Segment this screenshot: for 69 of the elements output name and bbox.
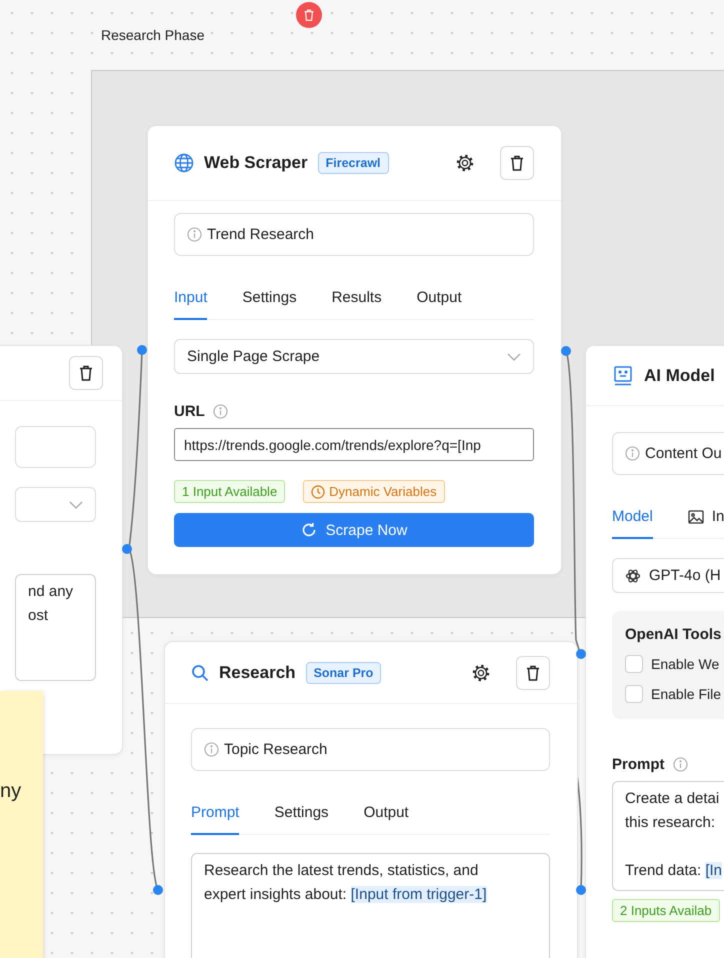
checkbox[interactable] (625, 655, 643, 673)
name-field[interactable]: Topic Research (191, 728, 550, 771)
delete-button[interactable] (69, 356, 103, 390)
connection-handle[interactable] (153, 885, 163, 895)
field-label: URL (174, 403, 205, 420)
trash-icon (525, 664, 541, 682)
clock-icon (311, 484, 326, 498)
info-icon (187, 227, 202, 242)
checkbox[interactable] (625, 685, 643, 703)
search-icon (191, 664, 209, 682)
select-field[interactable] (15, 487, 96, 522)
tab[interactable]: Results (332, 289, 382, 320)
node-title: AI Model (644, 366, 715, 386)
refresh-icon (300, 522, 317, 538)
delete-button[interactable] (516, 656, 550, 690)
tab[interactable]: Output (416, 289, 462, 320)
tab[interactable]: Model (612, 508, 653, 539)
node-title: Research (219, 662, 296, 682)
chevron-down-icon (507, 352, 521, 360)
status-badge: 2 Inputs Availab (612, 899, 720, 922)
chevron-down-icon (69, 500, 83, 508)
scrape-button[interactable]: Scrape Now (174, 513, 534, 547)
tab[interactable]: Settings (242, 289, 297, 320)
trash-icon (303, 8, 315, 22)
prompt-field[interactable]: nd any ost (15, 574, 96, 681)
trash-icon (509, 154, 525, 172)
name-field[interactable]: Trend Research (174, 213, 534, 256)
image-icon (688, 510, 704, 524)
field-label: Prompt (612, 756, 664, 773)
name-field[interactable]: Content Ou (612, 432, 724, 475)
globe-icon (174, 153, 194, 173)
robot-face-icon (612, 364, 634, 386)
name-field[interactable] (15, 426, 96, 468)
status-badge: Dynamic Variables (303, 480, 445, 503)
settings-icon[interactable] (456, 154, 474, 172)
tab[interactable]: Prompt (191, 804, 240, 835)
prompt-field[interactable]: Create a detai this research: Trend data: [In (612, 781, 724, 891)
connection-handle[interactable] (576, 885, 586, 895)
provider-badge: Firecrawl (318, 152, 389, 174)
tab[interactable]: Output (364, 804, 409, 835)
variable-token: [Input from trigger-1] (350, 886, 487, 903)
tab[interactable]: In (688, 508, 724, 539)
connection-handle[interactable] (137, 345, 147, 355)
tab[interactable]: Input (174, 289, 208, 320)
url-input[interactable]: https://trends.google.com/trends/explore?q=[Inp (174, 428, 534, 461)
tab[interactable]: Settings (274, 804, 329, 835)
info-icon (672, 757, 688, 772)
checkbox-label: Enable We (651, 656, 720, 672)
trash-icon (78, 364, 94, 382)
note-text: ny (0, 780, 22, 803)
connection-handle[interactable] (576, 649, 586, 659)
node-title: Web Scraper (204, 153, 308, 173)
connection-handle[interactable] (561, 346, 571, 356)
delete-button[interactable] (500, 146, 534, 180)
info-icon (204, 742, 219, 757)
info-icon (625, 446, 640, 461)
variable-token: [In (705, 862, 722, 879)
prompt-field[interactable]: Research the latest trends, statistics, and expert insights about: [Input from trigger-1] (191, 853, 550, 958)
swirl-icon (625, 568, 641, 584)
settings-icon[interactable] (472, 664, 490, 682)
provider-badge: Sonar Pro (306, 662, 382, 684)
panel-title: OpenAI Tools (625, 626, 722, 643)
connection-handle[interactable] (122, 544, 132, 554)
select-field[interactable]: Single Page Scrape (174, 339, 534, 374)
info-icon (212, 404, 228, 419)
select-field[interactable]: GPT-4o (H (612, 558, 724, 593)
status-badge: 1 Input Available (174, 480, 286, 503)
checkbox-label: Enable File (651, 686, 722, 702)
group-label: Research Phase (101, 27, 205, 43)
